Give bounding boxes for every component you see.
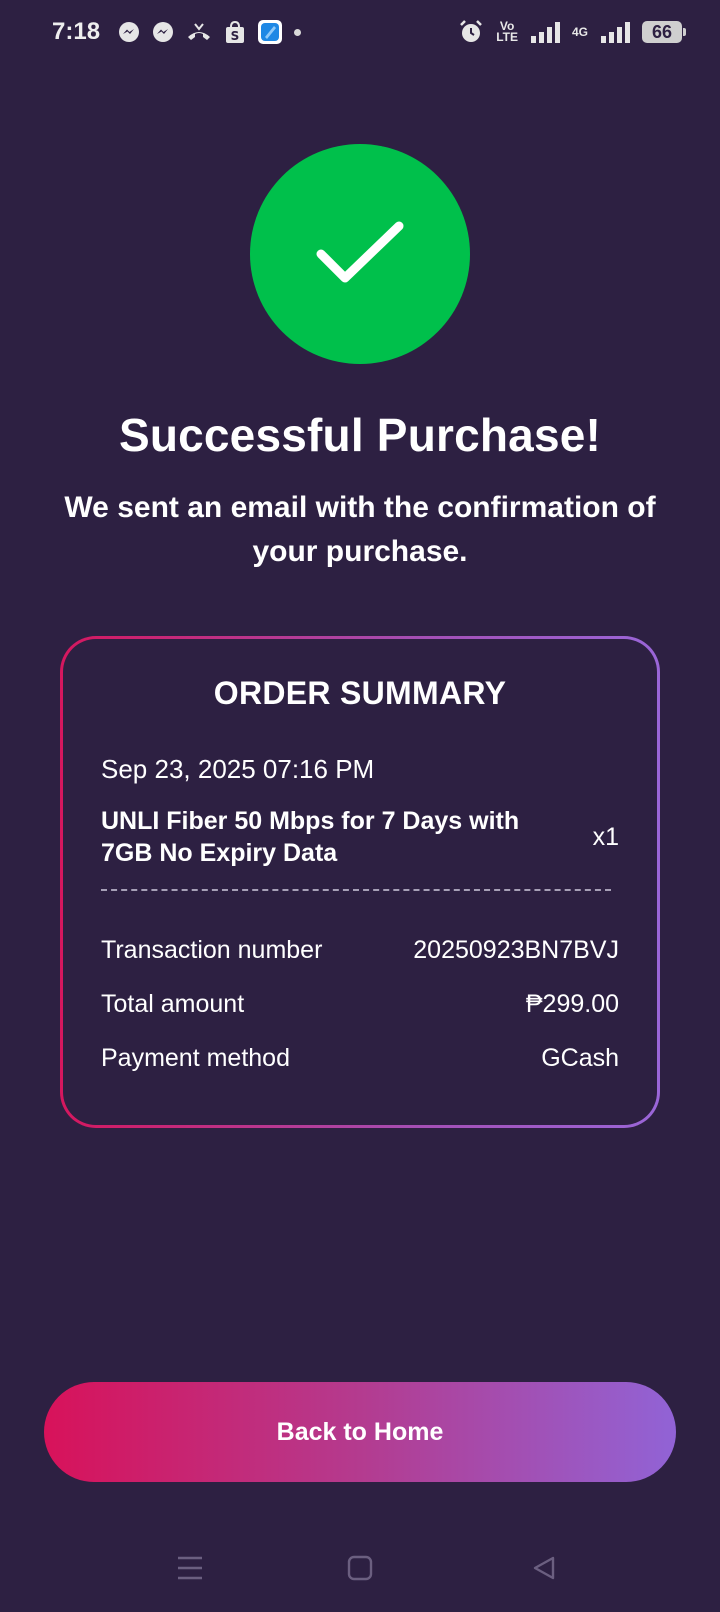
detail-value: 20250923BN7BVJ [413,935,619,964]
recent-apps-button[interactable] [160,1542,220,1594]
signal-icon [600,21,630,43]
page-title: Successful Purchase! [118,409,602,461]
signal-icon [530,21,560,43]
payment-method-row: Payment method GCash [101,1031,619,1085]
shopee-icon: S [224,20,246,44]
status-right: Vo LTE 4G 66 [458,19,686,45]
volte-icon: Vo LTE [496,20,518,44]
order-date: Sep 23, 2025 07:16 PM [101,754,375,784]
dashed-divider [101,889,611,891]
status-time: 7:18 [52,18,101,45]
home-icon [347,1555,373,1581]
page-subtitle: We sent an email with the confirmation o… [64,491,656,568]
messenger-icon [118,21,140,43]
recent-apps-icon [178,1556,202,1580]
detail-label: Total amount [101,989,245,1018]
data-4g-icon: 4G [571,24,588,39]
back-to-home-button[interactable]: Back to Home [44,1382,676,1482]
messenger-icon [152,21,174,43]
detail-label: Payment method [101,1043,290,1072]
order-summary-content: ORDER SUMMARY Sep 23, 2025 07:16 PM UNLI… [63,639,657,1125]
transaction-number-row: Transaction number 20250923BN7BVJ [101,923,619,977]
missed-call-icon [186,21,212,43]
app-icon [258,20,283,44]
detail-value: ₱299.00 [525,989,619,1018]
product-row: UNLI Fiber 50 Mbps for 7 Days with 7GB N… [101,805,619,869]
back-nav-button[interactable] [514,1542,574,1594]
total-amount-row: Total amount ₱299.00 [101,977,619,1031]
notification-dot [294,28,302,36]
status-bar: 7:18 S Vo LTE 4G 66 [0,0,720,64]
order-summary-card: ORDER SUMMARY Sep 23, 2025 07:16 PM UNLI… [60,636,660,1128]
product-quantity: x1 [592,822,619,851]
alarm-icon [458,19,484,45]
battery-level: 66 [651,21,673,42]
order-summary-title: ORDER SUMMARY [213,675,507,711]
detail-label: Transaction number [101,935,323,964]
svg-text:S: S [231,29,240,43]
status-left: 7:18 S [52,18,302,46]
home-nav-button[interactable] [330,1542,390,1594]
checkmark-icon [316,221,404,283]
battery-icon: 66 [642,21,686,43]
detail-value: GCash [541,1043,619,1072]
system-nav-bar [0,1542,720,1594]
network-type: 4G [571,24,588,39]
product-name: UNLI Fiber 50 Mbps for 7 Days with 7GB N… [101,807,520,867]
back-icon [533,1556,555,1580]
volte-bottom: LTE [496,30,518,44]
success-checkmark-circle [250,144,470,364]
